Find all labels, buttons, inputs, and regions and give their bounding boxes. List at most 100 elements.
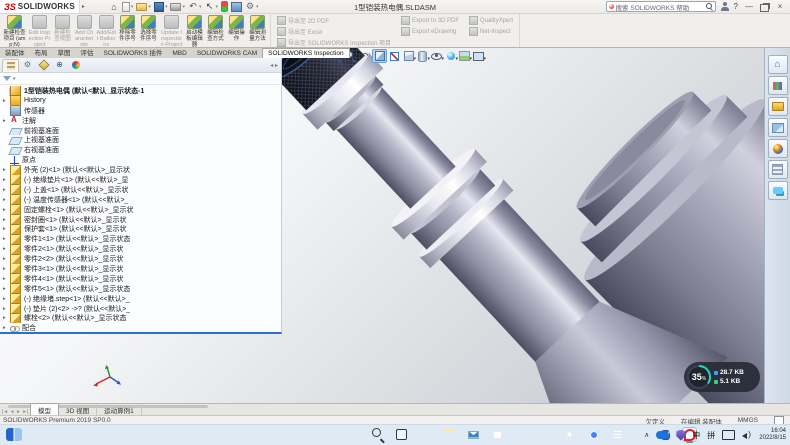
command-tab[interactable]: SOLIDWORKS Inspection: [262, 48, 350, 58]
cast-icon[interactable]: [722, 430, 735, 440]
expand-arrow-icon[interactable]: ▸: [3, 256, 10, 262]
expand-arrow-icon[interactable]: ▸: [3, 217, 10, 223]
clock[interactable]: 16:04 2022/8/15: [759, 428, 786, 442]
tree-item[interactable]: ▸ 零件5<1> (默认<<默认>_显示状态: [0, 284, 281, 294]
export-menu-item[interactable]: QualityXpert: [469, 16, 513, 25]
expand-arrow-icon[interactable]: ▸: [3, 325, 10, 331]
tree-item[interactable]: ▸ 螺栓<2> (默认<<默认>_显示状态: [0, 313, 281, 323]
tree-item[interactable]: ▸ 密封圈<1> (默认<<默认>_显示状: [0, 215, 281, 225]
task-pane-button[interactable]: [768, 181, 788, 200]
ribbon-button[interactable]: 启动模板编辑器: [184, 14, 205, 46]
green-app-icon[interactable]: [538, 427, 553, 442]
tree-item[interactable]: 传感器: [0, 106, 281, 116]
tree-item[interactable]: ▸ 配合: [0, 323, 281, 332]
expand-arrow-icon[interactable]: ▸: [3, 296, 10, 302]
onedrive-icon[interactable]: [656, 431, 669, 439]
browser-icon[interactable]: [514, 427, 529, 442]
ribbon-button[interactable]: 移除零件序号: [117, 14, 138, 46]
export-menu-item[interactable]: 导出至 2D PDF: [277, 16, 391, 25]
hidden-icons-chevron[interactable]: ∧: [644, 431, 649, 439]
tree-item[interactable]: ▸ 零件3<1> (默认<<默认>_显示状: [0, 264, 281, 274]
ime-indicator[interactable]: 中: [692, 430, 700, 441]
previous-view-icon[interactable]: [358, 50, 371, 62]
edge-icon[interactable]: [418, 427, 433, 442]
tree-item[interactable]: ▸ (-) 上盖<1> (默认<<默认>_显示状: [0, 185, 281, 195]
expand-arrow-icon[interactable]: ▸: [3, 306, 10, 312]
tree-filter[interactable]: ▾: [0, 73, 281, 85]
expand-arrow-icon[interactable]: ▸: [3, 177, 10, 183]
ribbon-button[interactable]: Add/Edit Balloons: [95, 14, 117, 46]
panel-tab-scroll-arrows[interactable]: ◂ ▸: [270, 62, 281, 69]
ribbon-button[interactable]: Add Characteristic: [73, 14, 95, 46]
expand-arrow-icon[interactable]: ▸: [3, 187, 10, 193]
view-settings-icon[interactable]: [472, 50, 485, 62]
tree-item[interactable]: 右视基准面: [0, 145, 281, 155]
tree-item[interactable]: 前视基准面: [0, 126, 281, 136]
display-style-icon[interactable]: [416, 50, 429, 62]
tree-item[interactable]: ▸ 固定螺栓<1> (默认<<默认>_显示状: [0, 205, 281, 215]
tree-root-item[interactable]: 1型铠装热电偶 (默认<默认_显示状态-1: [0, 86, 281, 96]
store-icon[interactable]: [490, 427, 505, 442]
tree-item[interactable]: ▸ (-) 温度传感器<1> (默认<<默认>_: [0, 195, 281, 205]
reader-app-icon[interactable]: [610, 427, 625, 442]
tree-item[interactable]: ▸ 零件1<1> (默认<<默认>_显示状态: [0, 234, 281, 244]
restore-button[interactable]: [760, 4, 769, 12]
quick-access-toolbar[interactable]: [109, 1, 259, 12]
language-indicator[interactable]: 拼: [707, 430, 715, 441]
ribbon-button[interactable]: 新建检查项目 (amp;N): [2, 14, 27, 46]
widgets-button[interactable]: [6, 428, 22, 441]
expand-arrow-icon[interactable]: ▸: [3, 98, 10, 104]
task-pane-button[interactable]: [768, 76, 788, 95]
menu-expand-arrow-icon[interactable]: ▸: [82, 3, 85, 10]
expand-arrow-icon[interactable]: ▸: [3, 167, 10, 173]
tree-item[interactable]: ▸ History: [0, 96, 281, 106]
edit-appearance-icon[interactable]: [444, 50, 457, 62]
expand-arrow-icon[interactable]: ▸: [3, 207, 10, 213]
ribbon-button[interactable]: 新建检查视图: [52, 14, 73, 46]
minimize-button[interactable]: —: [743, 2, 755, 11]
expand-arrow-icon[interactable]: ▸: [3, 236, 10, 242]
volume-icon[interactable]: [742, 431, 752, 440]
ribbon-button[interactable]: 编辑检查方式: [205, 14, 226, 46]
search-input[interactable]: 搜索 SOLIDWORKS 帮助: [606, 1, 716, 12]
tree-item[interactable]: 上视基准面: [0, 135, 281, 145]
task-pane-button[interactable]: [768, 55, 788, 74]
command-tab[interactable]: SOLIDWORKS CAM: [192, 49, 262, 58]
expand-arrow-icon[interactable]: ▸: [3, 276, 10, 282]
task-pane-button[interactable]: [768, 160, 788, 179]
task-pane-button[interactable]: [768, 97, 788, 116]
chrome-icon[interactable]: [586, 427, 601, 442]
tree-item[interactable]: ▸ 零件4<1> (默认<<默认>_显示状: [0, 274, 281, 284]
export-menu-item[interactable]: Net-Inspect: [469, 27, 513, 36]
annotation-views-icon[interactable]: [388, 50, 401, 62]
export-menu-item[interactable]: Export to 3D PDF: [401, 16, 459, 25]
tree-item[interactable]: ▸ 注解: [0, 116, 281, 126]
expand-arrow-icon[interactable]: ▸: [3, 266, 10, 272]
units-selector[interactable]: MMGS: [738, 417, 758, 424]
heads-up-view-toolbar[interactable]: [330, 49, 485, 63]
tree-item[interactable]: ▸ 零件2<2> (默认<<默认>_显示状: [0, 254, 281, 264]
expand-arrow-icon[interactable]: ▸: [3, 226, 10, 232]
tree-item[interactable]: ▸ 外壳 (2)<1> (默认<<默认>_显示状: [0, 165, 281, 175]
tree-item[interactable]: 原点: [0, 155, 281, 165]
security-shield-icon[interactable]: [676, 430, 685, 441]
tree-item[interactable]: ▸ 保护套<1> (默认<<默认>_显示状: [0, 224, 281, 234]
mail-icon[interactable]: [466, 427, 481, 442]
export-menu-item[interactable]: 导出至 SOLIDWORKS Inspection 项目: [277, 38, 391, 47]
task-pane-button[interactable]: [768, 118, 788, 137]
expand-arrow-icon[interactable]: ▸: [3, 286, 10, 292]
apply-scene-icon[interactable]: [458, 50, 471, 62]
export-menu-item[interactable]: 导出至 Excel: [277, 27, 391, 36]
tree-item[interactable]: ▸ (-) 绝缘垫片<1> (默认<<默认>_显: [0, 175, 281, 185]
expand-arrow-icon[interactable]: ▸: [3, 315, 10, 321]
command-tab[interactable]: MBD: [167, 49, 191, 58]
solidworks-logo[interactable]: ЗS SOLIDWORKS: [0, 0, 80, 13]
export-menu-item[interactable]: Export eDrawing: [401, 27, 459, 36]
tree-item[interactable]: ▸ (-) 垫片 (2)<2> ->? (默认<<默认>_: [0, 304, 281, 314]
tree-item[interactable]: ▸ (-) 绝缘堵.step<1> (默认<<默认>_: [0, 294, 281, 304]
section-view-icon[interactable]: [372, 49, 387, 63]
ribbon-button[interactable]: Edit Inspection Project: [27, 14, 52, 46]
task-view-icon[interactable]: [394, 427, 409, 442]
close-button[interactable]: ×: [774, 2, 786, 11]
view-orientation-icon[interactable]: [402, 50, 415, 62]
